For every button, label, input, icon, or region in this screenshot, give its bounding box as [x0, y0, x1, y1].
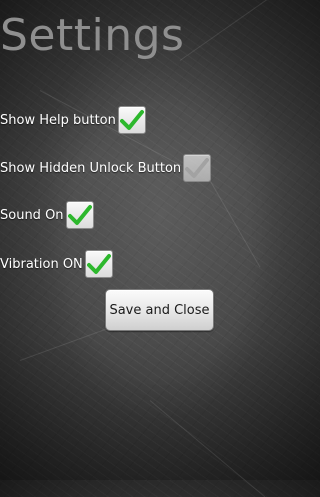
sound-on-checkbox[interactable] — [65, 201, 94, 229]
setting-row-hidden-unlock: Show Hidden Unlock Button — [0, 154, 212, 182]
setting-row-vibration-on: Vibration ON — [0, 250, 113, 278]
background-scratch — [209, 180, 261, 268]
page-title: Settings — [0, 10, 185, 61]
setting-label-sound-on: Sound On — [0, 207, 64, 223]
setting-label-hidden-unlock: Show Hidden Unlock Button — [0, 160, 182, 176]
show-help-checkbox[interactable] — [117, 106, 146, 134]
setting-row-show-help: Show Help button — [0, 106, 146, 134]
checkmark-icon — [67, 205, 92, 225]
checkmark-icon — [86, 254, 111, 274]
save-and-close-button[interactable]: Save and Close — [105, 289, 214, 331]
checkmark-icon — [185, 158, 210, 178]
setting-row-sound-on: Sound On — [0, 201, 94, 229]
background-scratch — [149, 400, 266, 497]
setting-label-show-help: Show Help button — [0, 112, 116, 128]
vibration-on-checkbox[interactable] — [84, 250, 113, 278]
background-scratch — [179, 0, 279, 61]
hidden-unlock-checkbox[interactable] — [183, 154, 212, 182]
checkmark-icon — [119, 110, 144, 130]
setting-label-vibration-on: Vibration ON — [0, 256, 83, 272]
